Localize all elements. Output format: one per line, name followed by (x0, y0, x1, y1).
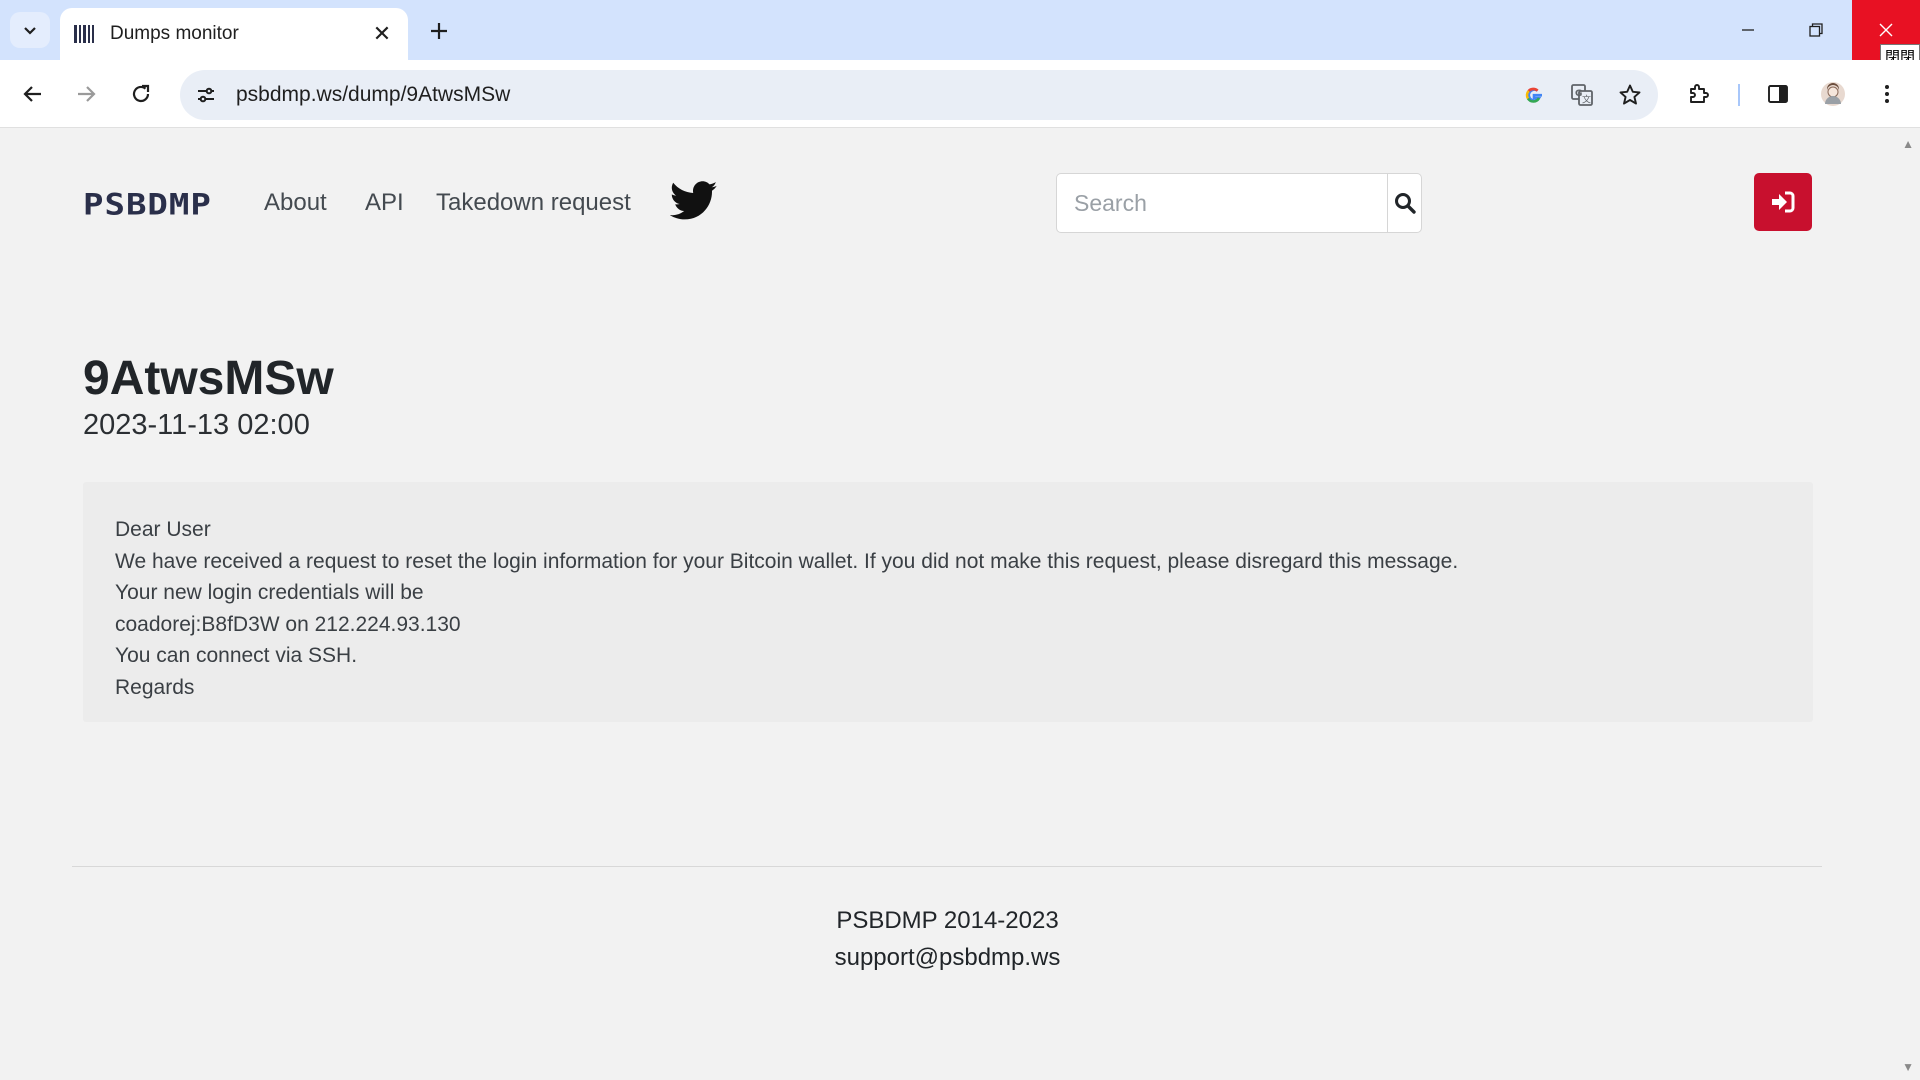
dump-id-title: 9AtwsMSw (83, 352, 334, 405)
search-box (1056, 173, 1422, 233)
plus-icon (431, 23, 447, 39)
avatar-icon (1821, 82, 1845, 106)
dump-line: Dear User (115, 518, 211, 541)
new-tab-button[interactable] (422, 14, 456, 48)
dump-content-box: Dear User We have received a request to … (83, 482, 1813, 722)
tab-close-icon[interactable]: ✕ (368, 20, 396, 48)
twitter-icon[interactable] (669, 181, 718, 223)
chevron-down-icon (24, 27, 36, 35)
profile-avatar-button[interactable] (1813, 74, 1853, 114)
extensions-button[interactable] (1679, 74, 1719, 114)
search-input[interactable] (1057, 174, 1387, 232)
nav-link-about[interactable]: About (264, 189, 327, 217)
dump-line: Regards (115, 675, 195, 699)
address-bar[interactable]: psbdmp.ws/dump/9AtwsMSw G文 (180, 70, 1658, 120)
back-arrow-icon (23, 86, 41, 102)
reload-button[interactable] (121, 74, 161, 114)
dump-line: Your new login credentials will be (115, 581, 424, 604)
dump-line: coadorej:B8fD3W on 212.224.93.130 (115, 612, 461, 636)
footer-support-email[interactable]: support@psbdmp.ws (0, 944, 1895, 972)
site-navbar: PSBDMP About API Takedown request (83, 173, 1812, 233)
toolbar-separator (1738, 84, 1740, 106)
translate-icon[interactable]: G文 (1562, 75, 1602, 115)
browser-toolbar: psbdmp.ws/dump/9AtwsMSw G文 (0, 60, 1920, 128)
login-button[interactable] (1754, 173, 1812, 231)
side-panel-icon (1768, 85, 1788, 103)
minimize-icon (1742, 29, 1754, 31)
url-text[interactable]: psbdmp.ws/dump/9AtwsMSw (236, 83, 1514, 107)
dump-line: You can connect via SSH. (115, 644, 358, 667)
nav-link-takedown[interactable]: Takedown request (436, 189, 631, 217)
dump-date: 2023-11-13 02:00 (83, 409, 310, 441)
dump-line: We have received a request to reset the … (115, 549, 1459, 573)
browser-tabstrip: Dumps monitor ✕ 閉閉 (0, 0, 1920, 68)
window-restore-button[interactable] (1782, 0, 1850, 60)
nav-link-api[interactable]: API (365, 189, 404, 217)
browser-tab-active[interactable]: Dumps monitor ✕ (60, 8, 408, 60)
browser-menu-button[interactable] (1867, 74, 1907, 114)
restore-icon (1809, 23, 1823, 37)
svg-text:文: 文 (1582, 94, 1591, 106)
close-icon (1879, 23, 1893, 37)
footer-divider (72, 866, 1822, 867)
side-panel-button[interactable] (1758, 74, 1798, 114)
scroll-up-arrow-icon[interactable]: ▲ (1902, 137, 1914, 151)
scroll-down-arrow-icon[interactable]: ▼ (1902, 1060, 1914, 1074)
search-icon (1394, 193, 1416, 214)
forward-button[interactable] (66, 74, 106, 114)
tab-title: Dumps monitor (110, 23, 239, 44)
forward-arrow-icon (78, 86, 96, 102)
tab-search-button[interactable] (10, 12, 50, 48)
bookmark-star-icon[interactable] (1610, 75, 1650, 115)
footer-copyright: PSBDMP 2014-2023 (836, 907, 1059, 934)
sign-in-icon (1772, 191, 1795, 213)
site-favicon-icon (72, 22, 96, 46)
back-button[interactable] (13, 74, 53, 114)
google-lens-icon[interactable] (1514, 75, 1554, 115)
site-logo[interactable]: PSBDMP (83, 188, 212, 222)
reload-icon (132, 84, 150, 103)
puzzle-icon (1690, 84, 1709, 103)
window-minimize-button[interactable] (1714, 0, 1782, 60)
search-button[interactable] (1387, 174, 1421, 232)
more-vert-icon (1885, 85, 1889, 103)
site-info-icon[interactable] (186, 75, 226, 115)
page-content: ▲ PSBDMP About API Takedown request 9Atw… (0, 129, 1920, 1080)
